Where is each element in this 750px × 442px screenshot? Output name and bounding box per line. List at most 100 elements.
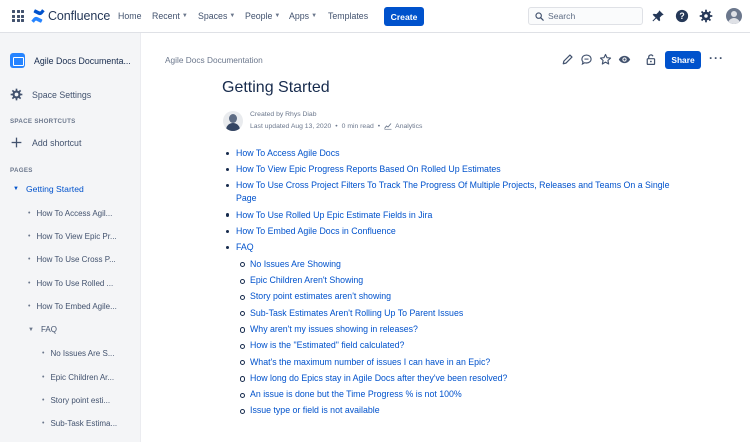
search-input[interactable] xyxy=(548,11,638,21)
tree-item[interactable]: • How To Access Agil... xyxy=(28,209,112,218)
watch-eye-icon[interactable] xyxy=(618,53,631,66)
search-icon xyxy=(535,11,544,21)
tree-item-label: Epic Children Ar... xyxy=(50,373,115,382)
tree-item-label: FAQ xyxy=(40,325,57,334)
svg-text:?: ? xyxy=(679,11,684,21)
tree-item-label: How To Use Cross P... xyxy=(36,255,116,264)
nav-home[interactable]: Home xyxy=(118,11,152,21)
tree-item-label: Getting Started xyxy=(25,184,84,194)
toc-link[interactable]: How To View Epic Progress Reports Based … xyxy=(224,161,684,177)
analytics-link[interactable]: Analytics xyxy=(395,123,422,130)
separator-dot: • xyxy=(335,122,338,130)
chevron-down-icon: ▼ xyxy=(229,13,236,19)
nav-people-label: People xyxy=(245,11,273,21)
tree-item[interactable]: • How To View Epic Pr... xyxy=(28,232,117,241)
faq-sublist: No Issues Are Showing Epic Children Aren… xyxy=(238,256,684,419)
faq-link[interactable]: Story point estimates aren't showing xyxy=(238,288,684,304)
nav-home-label: Home xyxy=(118,11,142,21)
user-avatar[interactable] xyxy=(726,8,742,24)
faq-link[interactable]: Sub-Task Estimates Aren't Rolling Up To … xyxy=(238,305,684,321)
add-shortcut-label: Add shortcut xyxy=(32,137,82,148)
faq-link[interactable]: Issue type or field is not available xyxy=(238,402,684,418)
comment-icon[interactable] xyxy=(580,53,593,66)
tree-item-label: Sub-Task Estima... xyxy=(50,419,118,428)
chevron-down-icon: ▼ xyxy=(181,13,188,19)
breadcrumb[interactable]: Agile Docs Documentation xyxy=(165,55,263,65)
chevron-down-icon[interactable]: ▼ xyxy=(28,327,34,333)
share-button[interactable]: Share xyxy=(665,51,701,69)
bullet-icon: • xyxy=(42,397,45,404)
confluence-logo-icon xyxy=(31,9,45,23)
more-actions-icon[interactable]: ··· xyxy=(709,52,724,64)
space-settings-link[interactable]: Space Settings xyxy=(10,88,91,101)
app-switcher-icon[interactable] xyxy=(12,10,24,22)
sidebar: Agile Docs Documenta... Space Settings S… xyxy=(0,33,141,442)
star-icon[interactable] xyxy=(599,53,612,66)
toc-link[interactable]: How To Embed Agile Docs in Confluence xyxy=(224,223,684,239)
toc-link[interactable]: How To Use Rolled Up Epic Estimate Field… xyxy=(224,207,684,223)
tree-item[interactable]: • No Issues Are S... xyxy=(42,349,114,358)
nav-apps-label: Apps xyxy=(289,11,310,21)
tree-item[interactable]: • Sub-Task Estima... xyxy=(42,419,117,428)
gear-icon xyxy=(10,88,23,101)
bullet-icon: • xyxy=(42,350,45,357)
bullet-icon: • xyxy=(42,420,45,427)
toc-faq-label[interactable]: FAQ xyxy=(236,242,254,252)
help-icon[interactable]: ? xyxy=(675,9,689,23)
nav-spaces-label: Spaces xyxy=(198,11,228,21)
tree-item[interactable]: • How To Embed Agile... xyxy=(28,302,117,311)
tree-item-faq[interactable]: ▼ FAQ xyxy=(28,325,57,334)
bullet-icon: • xyxy=(28,210,31,217)
faq-link[interactable]: How is the "Estimated" field calculated? xyxy=(238,337,684,353)
nav-apps[interactable]: Apps ▼ xyxy=(289,11,328,21)
chevron-down-icon: ▼ xyxy=(311,13,318,19)
tree-item[interactable]: • How To Use Rolled ... xyxy=(28,279,113,288)
page-metadata: Last updated Aug 13, 2020 • 0 min read •… xyxy=(250,122,422,130)
toc-link[interactable]: How To Use Cross Project Filters To Trac… xyxy=(224,178,684,207)
last-updated[interactable]: Last updated Aug 13, 2020 xyxy=(250,123,331,130)
tree-item-label: How To Access Agil... xyxy=(36,209,113,218)
faq-link[interactable]: What's the maximum number of issues I ca… xyxy=(238,354,684,370)
tree-item[interactable]: • Epic Children Ar... xyxy=(42,373,114,382)
faq-link[interactable]: An issue is done but the Time Progress %… xyxy=(238,386,684,402)
toc-link[interactable]: How To Access Agile Docs xyxy=(224,145,684,161)
faq-link[interactable]: Why aren't my issues showing in releases… xyxy=(238,321,684,337)
toc-link-faq[interactable]: FAQ No Issues Are Showing Epic Children … xyxy=(224,239,684,418)
tree-item-getting-started[interactable]: ▼ Getting Started xyxy=(13,184,84,194)
search-box[interactable] xyxy=(528,7,643,25)
add-shortcut-link[interactable]: Add shortcut xyxy=(10,136,81,149)
nav-templates-label: Templates xyxy=(328,11,369,21)
edit-icon[interactable] xyxy=(561,53,574,66)
nav-spaces[interactable]: Spaces ▼ xyxy=(198,11,245,21)
plus-icon xyxy=(11,137,22,148)
restrictions-lock-icon[interactable] xyxy=(644,53,657,66)
faq-link[interactable]: How long do Epics stay in Agile Docs aft… xyxy=(238,370,684,386)
tree-item[interactable]: • Story point esti... xyxy=(42,396,110,405)
space-header[interactable]: Agile Docs Documenta... xyxy=(10,53,131,68)
nav-templates[interactable]: Templates xyxy=(328,11,368,21)
bullet-icon: • xyxy=(28,256,31,263)
analytics-chart-icon xyxy=(384,123,392,130)
faq-link[interactable]: Epic Children Aren't Showing xyxy=(238,272,684,288)
chevron-down-icon: ▼ xyxy=(274,13,281,19)
notifications-icon[interactable] xyxy=(651,9,665,23)
primary-nav: Home Recent ▼ Spaces ▼ People ▼ Apps ▼ Templ… xyxy=(118,11,368,21)
chevron-down-icon[interactable]: ▼ xyxy=(13,186,19,192)
settings-icon[interactable] xyxy=(699,9,713,23)
top-navigation: Confluence Home Recent ▼ Spaces ▼ People ▼ … xyxy=(0,0,750,33)
nav-people[interactable]: People ▼ xyxy=(245,11,289,21)
author-avatar[interactable] xyxy=(223,111,243,131)
tree-item-label: How To Use Rolled ... xyxy=(36,279,114,288)
tree-item-label: Story point esti... xyxy=(50,396,111,405)
nav-recent[interactable]: Recent ▼ xyxy=(152,11,198,21)
pages-heading: PAGES xyxy=(10,167,33,174)
created-by: Created by Rhys Diab xyxy=(250,111,317,118)
create-button[interactable]: Create xyxy=(384,7,424,26)
brand-name: Confluence xyxy=(48,9,111,23)
faq-link[interactable]: No Issues Are Showing xyxy=(238,256,684,272)
confluence-logo[interactable]: Confluence xyxy=(31,9,110,23)
bullet-icon: • xyxy=(42,374,45,381)
bullet-icon: • xyxy=(28,303,31,310)
tree-item[interactable]: • How To Use Cross P... xyxy=(28,255,116,264)
table-of-contents: How To Access Agile Docs How To View Epi… xyxy=(224,145,684,419)
